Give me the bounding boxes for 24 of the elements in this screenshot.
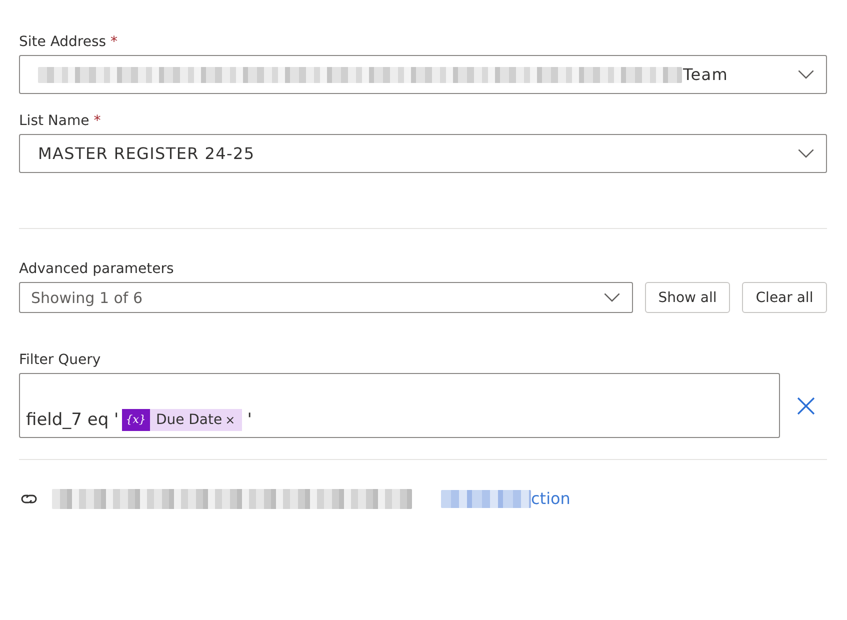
expression-icon: {x}: [122, 409, 150, 431]
field-label: Filter Query: [19, 351, 101, 369]
dropdown-value: Team: [683, 64, 728, 84]
advanced-button[interactable]: Clear all: [742, 282, 827, 313]
field-label: Site Address *: [19, 33, 118, 51]
site-address-dropdown[interactable]: Team: [19, 55, 827, 94]
field-label: List Name *: [19, 112, 101, 130]
dynamic-content-token[interactable]: {x} Due Date ×: [122, 409, 242, 431]
link-icon: [20, 492, 38, 506]
list-name-dropdown[interactable]: MASTER REGISTER 24-25: [19, 134, 827, 173]
dropdown-value: MASTER REGISTER 24-25: [38, 144, 255, 164]
change-connection-link[interactable]: ction: [441, 490, 570, 508]
chevron-down-icon: [604, 293, 620, 302]
dropdown-value: Showing 1 of 6: [31, 288, 143, 308]
close-icon[interactable]: [797, 396, 815, 414]
field-label: Advanced parameters: [19, 260, 174, 278]
advanced-button[interactable]: Show all: [645, 282, 730, 313]
filter-query-input[interactable]: field_7 eq ' {x} Due Date × ': [19, 373, 780, 438]
query-text: field_7 eq ': [26, 409, 119, 431]
chevron-down-icon: [798, 149, 814, 158]
advanced-parameters-dropdown[interactable]: Showing 1 of 6: [19, 282, 633, 313]
chevron-down-icon: [798, 70, 814, 79]
query-text: ': [247, 409, 252, 431]
remove-token-button[interactable]: ×: [225, 409, 236, 431]
